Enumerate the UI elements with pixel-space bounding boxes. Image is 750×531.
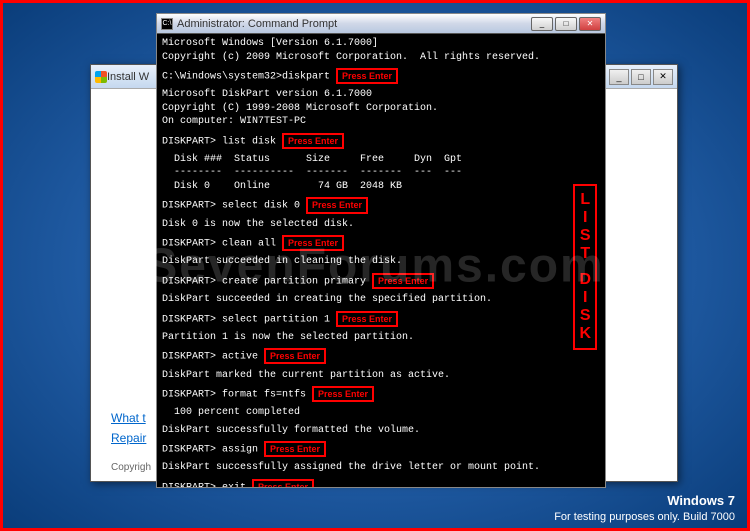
cmd-titlebar[interactable]: C:\ Administrator: Command Prompt _ □ ✕ bbox=[157, 14, 605, 34]
cmd-output-line: Copyright (c) 2009 Microsoft Corporation… bbox=[162, 51, 600, 65]
press-enter-annotation: Press Enter bbox=[264, 348, 326, 364]
cmd-output-line: 100 percent completed bbox=[162, 406, 600, 420]
cmd-output-line: DISKPART> create partition primaryPress … bbox=[162, 273, 600, 289]
badge-letter: D bbox=[579, 272, 591, 288]
cmd-output-line: DiskPart succeeded in creating the speci… bbox=[162, 293, 600, 307]
windows-flag-icon bbox=[95, 71, 107, 83]
build-footer: Windows 7 For testing purposes only. Bui… bbox=[554, 493, 735, 524]
cmd-output-line: C:\Windows\system32>diskpartPress Enter bbox=[162, 68, 600, 84]
badge-letter: S bbox=[580, 228, 591, 244]
cmd-output-line: Partition 1 is now the selected partitio… bbox=[162, 331, 600, 345]
repair-computer-link[interactable]: Repair bbox=[111, 431, 146, 445]
windows-7-label: Windows 7 bbox=[554, 493, 735, 510]
press-enter-annotation: Press Enter bbox=[336, 68, 398, 84]
cmd-output-line: DISKPART> list diskPress Enter bbox=[162, 133, 600, 149]
badge-letter: I bbox=[583, 290, 587, 306]
install-copyright: Copyrigh bbox=[111, 462, 151, 473]
cmd-output-line: Disk 0 Online 74 GB 2048 KB bbox=[162, 180, 600, 194]
build-label: For testing purposes only. Build 7000 bbox=[554, 510, 735, 524]
what-to-know-link[interactable]: What t bbox=[111, 411, 146, 425]
cmd-output-line: DiskPart successfully assigned the drive… bbox=[162, 461, 600, 475]
install-window-controls: _ □ ✕ bbox=[609, 69, 673, 85]
cmd-output-line: DISKPART> format fs=ntfsPress Enter bbox=[162, 386, 600, 402]
cmd-output-line: Microsoft Windows [Version 6.1.7000] bbox=[162, 37, 600, 51]
press-enter-annotation: Press Enter bbox=[336, 311, 398, 327]
screenshot-frame: Install W _ □ ✕ What t Repair Copyrigh C… bbox=[0, 0, 750, 531]
cmd-icon: C:\ bbox=[161, 18, 173, 30]
cmd-output-line: DiskPart succeeded in cleaning the disk. bbox=[162, 255, 600, 269]
cmd-maximize-button[interactable]: □ bbox=[555, 17, 577, 31]
command-prompt-window: C:\ Administrator: Command Prompt _ □ ✕ … bbox=[156, 13, 606, 488]
badge-letter bbox=[583, 264, 587, 270]
cmd-window-controls: _ □ ✕ bbox=[531, 17, 601, 31]
cmd-output-line: -------- ---------- ------- ------- --- … bbox=[162, 166, 600, 180]
badge-letter: K bbox=[579, 326, 591, 342]
cmd-output-line: Copyright (C) 1999-2008 Microsoft Corpor… bbox=[162, 102, 600, 116]
badge-letter: T bbox=[580, 246, 590, 262]
cmd-output-line: DiskPart successfully formatted the volu… bbox=[162, 424, 600, 438]
press-enter-annotation: Press Enter bbox=[306, 197, 368, 213]
cmd-close-button[interactable]: ✕ bbox=[579, 17, 601, 31]
close-button[interactable]: ✕ bbox=[653, 69, 673, 85]
press-enter-annotation: Press Enter bbox=[372, 273, 434, 289]
cmd-output-line: DISKPART> select disk 0Press Enter bbox=[162, 197, 600, 213]
cmd-output-line: Disk ### Status Size Free Dyn Gpt bbox=[162, 153, 600, 167]
cmd-output-line: DISKPART> exitPress Enter bbox=[162, 479, 600, 487]
cmd-output-line: DISKPART> assignPress Enter bbox=[162, 441, 600, 457]
cmd-output-line: Disk 0 is now the selected disk. bbox=[162, 218, 600, 232]
press-enter-annotation: Press Enter bbox=[264, 441, 326, 457]
list-disk-annotation: LIST DISK bbox=[573, 184, 597, 350]
maximize-button[interactable]: □ bbox=[631, 69, 651, 85]
press-enter-annotation: Press Enter bbox=[312, 386, 374, 402]
minimize-button[interactable]: _ bbox=[609, 69, 629, 85]
cmd-terminal-area[interactable]: Microsoft Windows [Version 6.1.7000]Copy… bbox=[157, 34, 605, 487]
cmd-output-line: DiskPart marked the current partition as… bbox=[162, 369, 600, 383]
badge-letter: S bbox=[580, 308, 591, 324]
cmd-output-line: On computer: WIN7TEST-PC bbox=[162, 115, 600, 129]
press-enter-annotation: Press Enter bbox=[282, 133, 344, 149]
cmd-output-line: Microsoft DiskPart version 6.1.7000 bbox=[162, 88, 600, 102]
cmd-title: Administrator: Command Prompt bbox=[177, 18, 531, 30]
cmd-minimize-button[interactable]: _ bbox=[531, 17, 553, 31]
cmd-output-line: DISKPART> activePress Enter bbox=[162, 348, 600, 364]
press-enter-annotation: Press Enter bbox=[252, 479, 314, 487]
badge-letter: I bbox=[583, 210, 587, 226]
press-enter-annotation: Press Enter bbox=[282, 235, 344, 251]
badge-letter: L bbox=[580, 192, 590, 208]
cmd-output-line: DISKPART> select partition 1Press Enter bbox=[162, 311, 600, 327]
cmd-output-line: DISKPART> clean allPress Enter bbox=[162, 235, 600, 251]
